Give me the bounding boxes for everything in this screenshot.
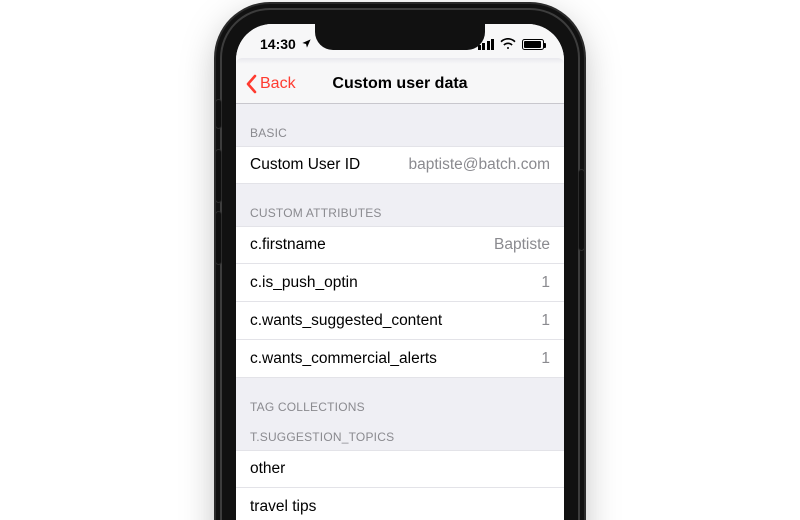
section-subheader-suggestion-topics: t.suggestion_topics xyxy=(236,420,564,450)
row-label: other xyxy=(250,460,285,478)
section-header-custom-attributes: Custom Attributes xyxy=(236,184,564,226)
table-row[interactable]: c.wants_commercial_alerts 1 xyxy=(236,340,564,378)
battery-icon xyxy=(522,39,544,50)
volume-down-button xyxy=(216,212,221,264)
row-value: 1 xyxy=(541,312,550,330)
row-label: c.is_push_optin xyxy=(250,274,358,292)
table-row[interactable]: c.is_push_optin 1 xyxy=(236,264,564,302)
wifi-icon xyxy=(500,36,516,52)
table-row[interactable]: Custom User ID baptiste@batch.com xyxy=(236,146,564,184)
row-value: 1 xyxy=(541,274,550,292)
phone-frame: 14:30 xyxy=(222,10,578,520)
row-label: c.wants_commercial_alerts xyxy=(250,350,437,368)
row-value: 1 xyxy=(541,350,550,368)
section-tag-collections: other travel tips flash sales xyxy=(236,450,564,520)
canvas: 14:30 xyxy=(0,0,800,520)
mute-switch xyxy=(216,100,221,128)
status-time: 14:30 xyxy=(260,36,296,52)
table-row[interactable]: c.firstname Baptiste xyxy=(236,226,564,264)
location-arrow-icon xyxy=(301,36,312,52)
side-button xyxy=(579,170,584,250)
phone-screen: 14:30 xyxy=(236,24,564,520)
row-value: Baptiste xyxy=(494,236,550,254)
chevron-left-icon xyxy=(244,74,258,94)
volume-up-button xyxy=(216,150,221,202)
table-row[interactable]: c.wants_suggested_content 1 xyxy=(236,302,564,340)
section-basic: Custom User ID baptiste@batch.com xyxy=(236,146,564,184)
navigation-bar: Back Custom user data xyxy=(236,64,564,104)
row-label: Custom User ID xyxy=(250,156,360,174)
section-custom-attributes: c.firstname Baptiste c.is_push_optin 1 c… xyxy=(236,226,564,378)
row-label: c.wants_suggested_content xyxy=(250,312,442,330)
row-value: baptiste@batch.com xyxy=(408,156,550,174)
back-label: Back xyxy=(260,75,296,93)
table-row[interactable]: travel tips xyxy=(236,488,564,520)
section-header-tag-collections: Tag Collections xyxy=(236,378,564,420)
table-row[interactable]: other xyxy=(236,450,564,488)
row-label: travel tips xyxy=(250,498,316,516)
row-label: c.firstname xyxy=(250,236,326,254)
section-header-basic: Basic xyxy=(236,104,564,146)
notch xyxy=(315,24,485,50)
table-view[interactable]: Basic Custom User ID baptiste@batch.com … xyxy=(236,104,564,520)
back-button[interactable]: Back xyxy=(236,74,296,94)
